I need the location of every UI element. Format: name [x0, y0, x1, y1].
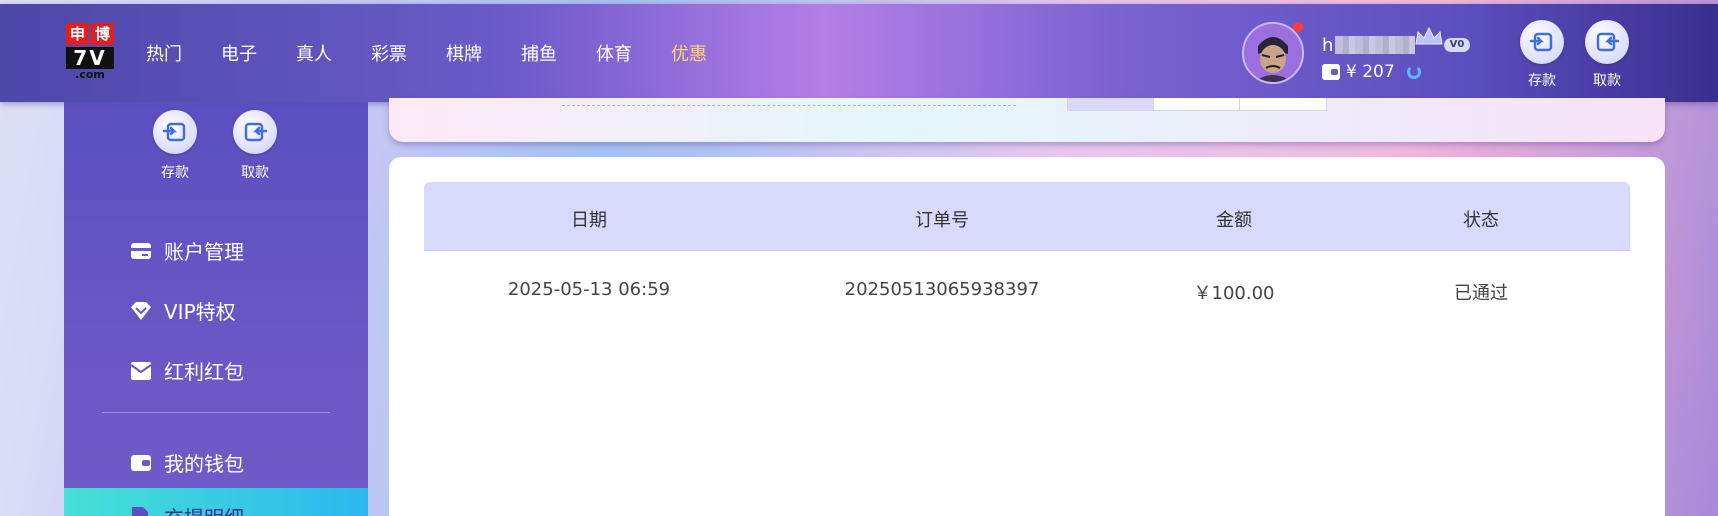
table-row: 2025-05-13 06:59 20250513065938397 ￥100.… — [424, 251, 1630, 327]
vip-level-badge[interactable]: V0 — [1444, 38, 1470, 52]
username-initial: h — [1322, 34, 1334, 56]
envelope-icon — [130, 360, 152, 382]
deposit-label: 存款 — [161, 165, 189, 181]
cell-amount: ￥100.00 — [1193, 283, 1275, 304]
sidebar-item-wallet[interactable]: 我的钱包 — [130, 448, 244, 477]
nav-item-cards[interactable]: 棋牌 — [446, 40, 482, 66]
column-header-status: 状态 — [1463, 210, 1499, 231]
withdraw-icon — [1585, 20, 1629, 64]
table-header: 日期 订单号 金额 状态 — [424, 182, 1630, 251]
wallet-icon — [1322, 64, 1340, 80]
wallet-icon — [130, 452, 152, 474]
withdraw-label: 取款 — [241, 165, 269, 181]
deposit-label: 存款 — [1528, 73, 1556, 89]
sidebar-item-label: 红利红包 — [164, 360, 244, 384]
nav-item-promotions[interactable]: 优惠 — [671, 40, 707, 66]
deposit-icon — [1520, 20, 1564, 64]
username: h — [1322, 34, 1416, 56]
cell-status: 已通过 — [1454, 283, 1508, 304]
filter-tab-2[interactable] — [1153, 98, 1241, 111]
transactions-table-card: 日期 订单号 金额 状态 2025-05-13 06:59 2025051306… — [389, 157, 1665, 516]
nav-item-fishing[interactable]: 捕鱼 — [521, 40, 557, 66]
sidebar-item-label: 账户管理 — [164, 240, 244, 264]
filter-tab-3[interactable] — [1239, 98, 1327, 111]
sidebar-item-vip[interactable]: VIP特权 — [130, 296, 236, 325]
sidebar-item-label: VIP特权 — [164, 300, 236, 324]
logo-char-right: 博 — [91, 23, 114, 45]
document-icon — [130, 506, 152, 516]
sidebar-item-bonus[interactable]: 红利红包 — [130, 356, 244, 385]
column-header-order-no: 订单号 — [915, 210, 969, 231]
sidebar-quick-actions: 存款 取款 — [152, 110, 278, 182]
sidebar-item-transactions[interactable]: 充提明细 — [64, 488, 368, 516]
deposit-icon — [153, 110, 197, 154]
balance-amount: ¥ 207 — [1346, 62, 1395, 82]
nav-item-sports[interactable]: 体育 — [596, 40, 632, 66]
header-withdraw-button[interactable]: 取款 — [1582, 20, 1632, 90]
logo-domain: .com — [75, 68, 105, 81]
column-header-date: 日期 — [571, 210, 607, 231]
logo-brand: 7V — [66, 47, 114, 69]
date-range-underline — [562, 105, 1016, 106]
header-deposit-button[interactable]: 存款 — [1517, 20, 1567, 90]
sidebar-divider — [102, 412, 330, 413]
column-header-amount: 金额 — [1216, 210, 1252, 231]
card-icon — [130, 240, 152, 262]
cell-date: 2025-05-13 06:59 — [507, 279, 671, 300]
top-header: 申 博 7V .com 热门 电子 真人 彩票 棋牌 捕鱼 体育 优惠 h V0 — [0, 4, 1718, 102]
nav-item-slots[interactable]: 电子 — [221, 40, 257, 66]
cell-order-no: 20250513065938397 — [844, 279, 1040, 300]
main-nav: 热门 电子 真人 彩票 棋牌 捕鱼 体育 优惠 — [146, 40, 746, 66]
balance-display: ¥ 207 — [1322, 62, 1421, 82]
nav-item-lottery[interactable]: 彩票 — [371, 40, 407, 66]
refresh-icon[interactable] — [1406, 65, 1421, 79]
crown-icon — [1415, 26, 1443, 45]
withdraw-label: 取款 — [1593, 73, 1621, 89]
username-masked — [1335, 36, 1416, 54]
sidebar: 存款 取款 账户管理 VIP特权 红利红包 我的钱包 — [64, 102, 368, 516]
sidebar-item-account[interactable]: 账户管理 — [130, 236, 244, 265]
nav-item-live[interactable]: 真人 — [296, 40, 332, 66]
sidebar-deposit-button[interactable]: 存款 — [152, 110, 198, 182]
filter-tab-1[interactable] — [1067, 98, 1155, 111]
filter-panel — [389, 98, 1665, 142]
sidebar-withdraw-button[interactable]: 取款 — [232, 110, 278, 182]
logo-char-left: 申 — [66, 23, 89, 45]
nav-item-hot[interactable]: 热门 — [146, 40, 182, 66]
sidebar-item-label: 充提明细 — [164, 502, 244, 516]
sidebar-item-label: 我的钱包 — [164, 452, 244, 476]
site-logo[interactable]: 申 博 7V .com — [66, 23, 114, 83]
diamond-icon — [130, 300, 152, 322]
withdraw-icon — [233, 110, 277, 154]
notification-dot — [1293, 22, 1303, 32]
